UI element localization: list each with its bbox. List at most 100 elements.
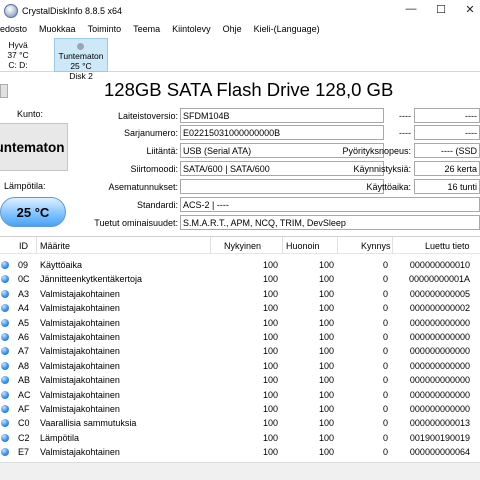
- attr-name: Valmistajakohtainen: [40, 332, 120, 342]
- status-good-icon: [1, 390, 9, 399]
- attr-threshold: 0: [382, 432, 388, 443]
- disk-temp: 37 °C: [7, 50, 29, 60]
- status-good-icon: [1, 419, 9, 428]
- attr-name: Vaarallisia sammutuksia: [40, 418, 137, 429]
- attr-name: Valmistajakohtainen: [40, 389, 120, 400]
- menu-edit[interactable]: Muokkaa: [33, 22, 82, 38]
- attr-threshold: 0: [382, 274, 388, 285]
- attr-id: 0C: [18, 274, 30, 285]
- table-row[interactable]: C0 Vaarallisia sammutuksia 100 100 0 00000000…: [0, 416, 480, 431]
- table-row[interactable]: AB Valmistajakohtainen 100 100 0 000000000000: [0, 373, 480, 388]
- attr-current: 100: [262, 303, 278, 314]
- attr-id: AC: [18, 389, 31, 400]
- attr-name: Jännitteenkytkentäkertoja: [40, 274, 143, 285]
- table-row[interactable]: A3 Valmistajakohtainen 100 100 0 000000000005: [0, 287, 480, 302]
- attr-raw: 000000000000: [409, 360, 470, 371]
- attr-current: 100: [262, 260, 278, 270]
- attr-raw: 000000000000: [409, 389, 470, 400]
- table-row[interactable]: A8 Valmistajakohtainen 100 100 0 000000000000: [0, 359, 480, 374]
- disk-tab-1[interactable]: Hyvä 37 °C C: D:: [0, 38, 36, 72]
- attr-threshold: 0: [382, 389, 388, 400]
- status-good-icon: [1, 433, 9, 442]
- table-row[interactable]: A7 Valmistajakohtainen 100 100 0 000000000000: [0, 344, 480, 359]
- attr-id: A5: [18, 317, 30, 328]
- attr-worst: 100: [318, 432, 334, 443]
- col-raw-header[interactable]: Luettu tieto: [425, 241, 470, 251]
- attr-name: Valmistajakohtainen: [40, 360, 120, 371]
- menu-file[interactable]: edosto: [0, 22, 33, 38]
- minimize-button[interactable]: —: [402, 3, 420, 15]
- table-row[interactable]: A6 Valmistajakohtainen 100 100 0 000000000000: [0, 330, 480, 345]
- menu-language[interactable]: Kieli-(Language): [248, 22, 326, 38]
- attr-name: Valmistajakohtainen: [40, 317, 120, 328]
- disk-drive: Disk 2: [69, 71, 93, 81]
- status-good-icon: [1, 275, 9, 284]
- right-value-1: ----: [414, 108, 480, 123]
- status-good-icon: [1, 261, 9, 269]
- col-id-header[interactable]: ID: [19, 241, 28, 251]
- temperature-label: Lämpötila:: [4, 181, 46, 191]
- attr-raw: 000000000010: [409, 260, 470, 270]
- attr-name: Lämpötila: [40, 432, 80, 443]
- table-row[interactable]: E7 Valmistajakohtainen 100 100 0 000000000064: [0, 445, 480, 460]
- status-good-icon: [1, 347, 9, 356]
- table-row[interactable]: A5 Valmistajakohtainen 100 100 0 000000000000: [0, 316, 480, 331]
- window-title: CrystalDiskInfo 8.8.5 x64: [22, 6, 123, 16]
- disk-tab-2[interactable]: Tuntematon 25 °C Disk 2: [54, 38, 108, 81]
- disk-status: Hyvä: [8, 40, 28, 50]
- health-status-button[interactable]: untematon: [0, 123, 68, 171]
- menu-disk[interactable]: Kiintolevy: [166, 22, 217, 38]
- status-good-icon: [1, 318, 9, 327]
- right-label-1: ----: [399, 111, 411, 121]
- table-row[interactable]: AC Valmistajakohtainen 100 100 0 000000000000: [0, 388, 480, 403]
- table-row[interactable]: AF Valmistajakohtainen 100 100 0 000000000000: [0, 402, 480, 417]
- attr-worst: 100: [318, 332, 334, 342]
- smart-attributes-table[interactable]: ID Määrite Nykyinen Huonoin Kynnys Luett…: [0, 236, 480, 472]
- status-good-icon: [1, 289, 9, 298]
- serial-value: E02215031000000000B: [180, 125, 384, 140]
- attr-id: A4: [18, 303, 30, 314]
- status-good-icon: [1, 448, 9, 457]
- attr-threshold: 0: [382, 303, 388, 314]
- table-row[interactable]: A4 Valmistajakohtainen 100 100 0 000000000002: [0, 301, 480, 316]
- col-attribute-header[interactable]: Määrite: [40, 241, 70, 251]
- attr-worst: 100: [318, 288, 334, 299]
- disk-selector: Hyvä 37 °C C: D: Tuntematon 25 °C Disk 2: [0, 38, 480, 81]
- attr-id: E7: [18, 447, 30, 458]
- col-worst-header[interactable]: Huonoin: [286, 241, 320, 251]
- disk-status: Tuntematon: [58, 51, 104, 61]
- attr-worst: 100: [318, 389, 334, 400]
- attr-id: 09: [18, 260, 29, 270]
- attr-worst: 100: [318, 447, 334, 458]
- attr-id: A7: [18, 346, 30, 357]
- drive-letter-value: [180, 179, 384, 194]
- table-row[interactable]: 0C Jännitteenkytkentäkertoja 100 100 0 000000…: [0, 272, 480, 287]
- transfer-mode-label: Siirtomoodi:: [130, 164, 178, 174]
- close-button[interactable]: ✕: [461, 3, 479, 16]
- attr-threshold: 0: [382, 360, 388, 371]
- table-row[interactable]: 09 Käyttöaika 100 100 0 000000000010: [0, 258, 480, 273]
- serial-label: Sarjanumero:: [123, 128, 178, 138]
- attr-worst: 100: [318, 346, 334, 357]
- power-count-value: 26 kerta: [414, 161, 480, 176]
- menu-function[interactable]: Toiminto: [82, 22, 128, 38]
- status-good-icon: [1, 333, 9, 341]
- attr-name: Valmistajakohtainen: [40, 346, 120, 357]
- power-count-label: Käynnistyksiä:: [353, 164, 411, 174]
- attr-raw: 000000000000: [409, 332, 470, 342]
- menu-help[interactable]: Ohje: [217, 22, 248, 38]
- menu-theme[interactable]: Teema: [127, 22, 166, 38]
- attr-worst: 100: [318, 404, 334, 414]
- col-threshold-header[interactable]: Kynnys: [361, 241, 391, 251]
- features-label: Tuetut ominaisuudet:: [94, 218, 178, 228]
- col-current-header[interactable]: Nykyinen: [224, 241, 261, 251]
- drive-model-title: 128GB SATA Flash Drive 128,0 GB: [104, 79, 394, 100]
- maximize-button[interactable]: ☐: [432, 3, 450, 16]
- crystaldiskinfo-app-icon: [4, 4, 18, 18]
- attr-threshold: 0: [382, 288, 388, 299]
- table-row[interactable]: C2 Lämpötila 100 100 0 001900190019: [0, 431, 480, 446]
- previous-disk-button[interactable]: [0, 84, 8, 98]
- attr-worst: 100: [318, 274, 334, 285]
- temperature-badge: 25 °C: [0, 197, 66, 227]
- attr-current: 100: [262, 360, 278, 371]
